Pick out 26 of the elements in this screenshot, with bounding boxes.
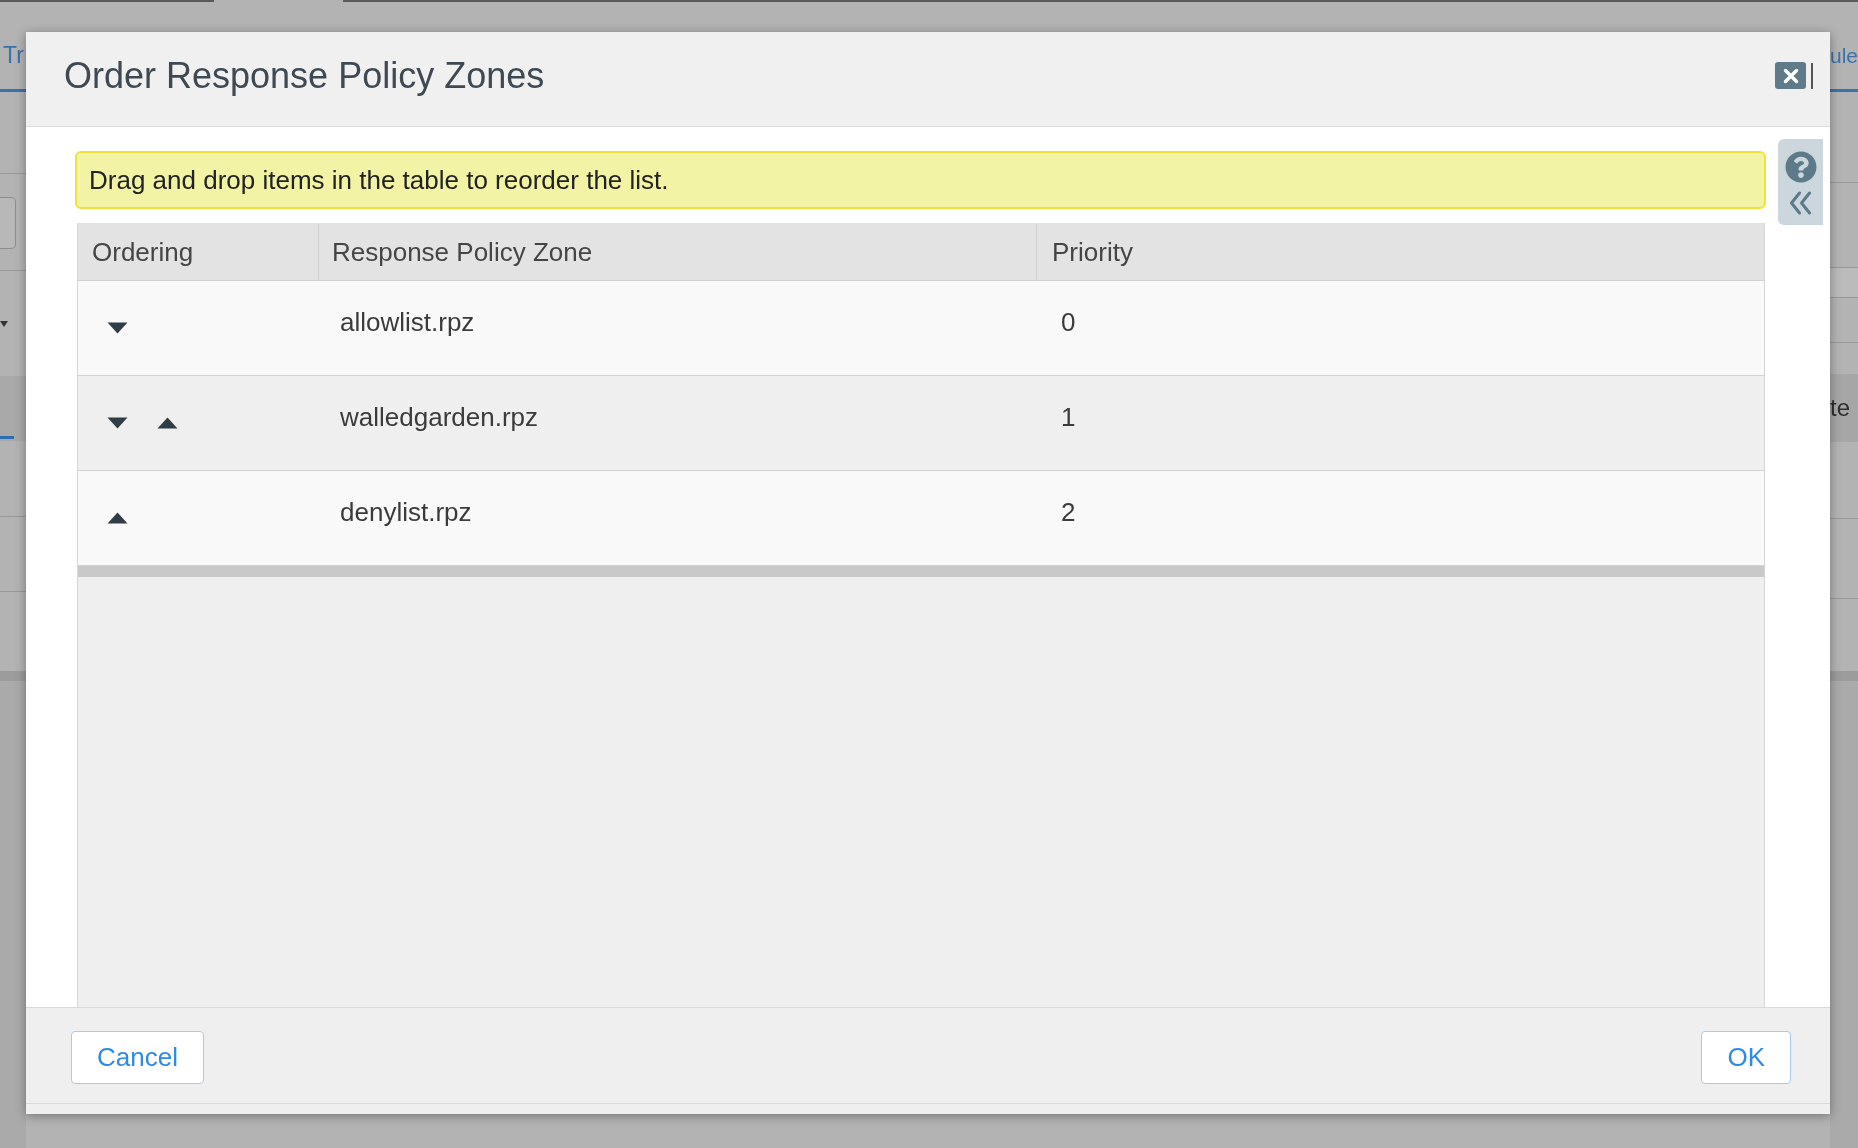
close-icon xyxy=(1782,67,1799,84)
help-icon[interactable] xyxy=(1784,151,1817,183)
table-row[interactable]: allowlist.rpz 0 xyxy=(78,281,1764,376)
column-header[interactable]: Response Policy Zone xyxy=(319,224,1037,280)
table-cell-text: walledgarden.rpz xyxy=(339,401,539,434)
caret-up-icon[interactable] xyxy=(107,512,128,524)
chevrons-left-icon[interactable] xyxy=(1789,191,1812,215)
caret-up-icon[interactable] xyxy=(157,417,178,429)
table-cell-text: 1 xyxy=(1060,401,1077,434)
ok-button[interactable]: OK xyxy=(1701,1031,1791,1084)
table-cell-text: 0 xyxy=(1060,306,1077,339)
caret-down-icon[interactable] xyxy=(107,322,128,334)
cell-text: te xyxy=(1830,394,1851,422)
table-cell-text: 2 xyxy=(1060,496,1077,529)
table-cell-text: allowlist.rpz xyxy=(339,306,476,339)
horizontal-scrollbar[interactable] xyxy=(78,566,1764,577)
close-button[interactable] xyxy=(1775,62,1806,89)
column-header[interactable]: Ordering xyxy=(78,224,319,280)
table-row[interactable]: denylist.rpz 2 xyxy=(78,471,1764,566)
caret-down-icon[interactable] xyxy=(107,417,128,429)
caret-down-icon[interactable] xyxy=(0,321,8,327)
dialog-title: Order Response Policy Zones xyxy=(64,54,546,97)
table-cell-text: denylist.rpz xyxy=(339,496,473,529)
cancel-button[interactable]: Cancel xyxy=(71,1031,204,1084)
column-header[interactable]: Priority xyxy=(1037,224,1764,280)
info-banner: Drag and drop items in the table to reorder the list. xyxy=(75,151,1766,209)
